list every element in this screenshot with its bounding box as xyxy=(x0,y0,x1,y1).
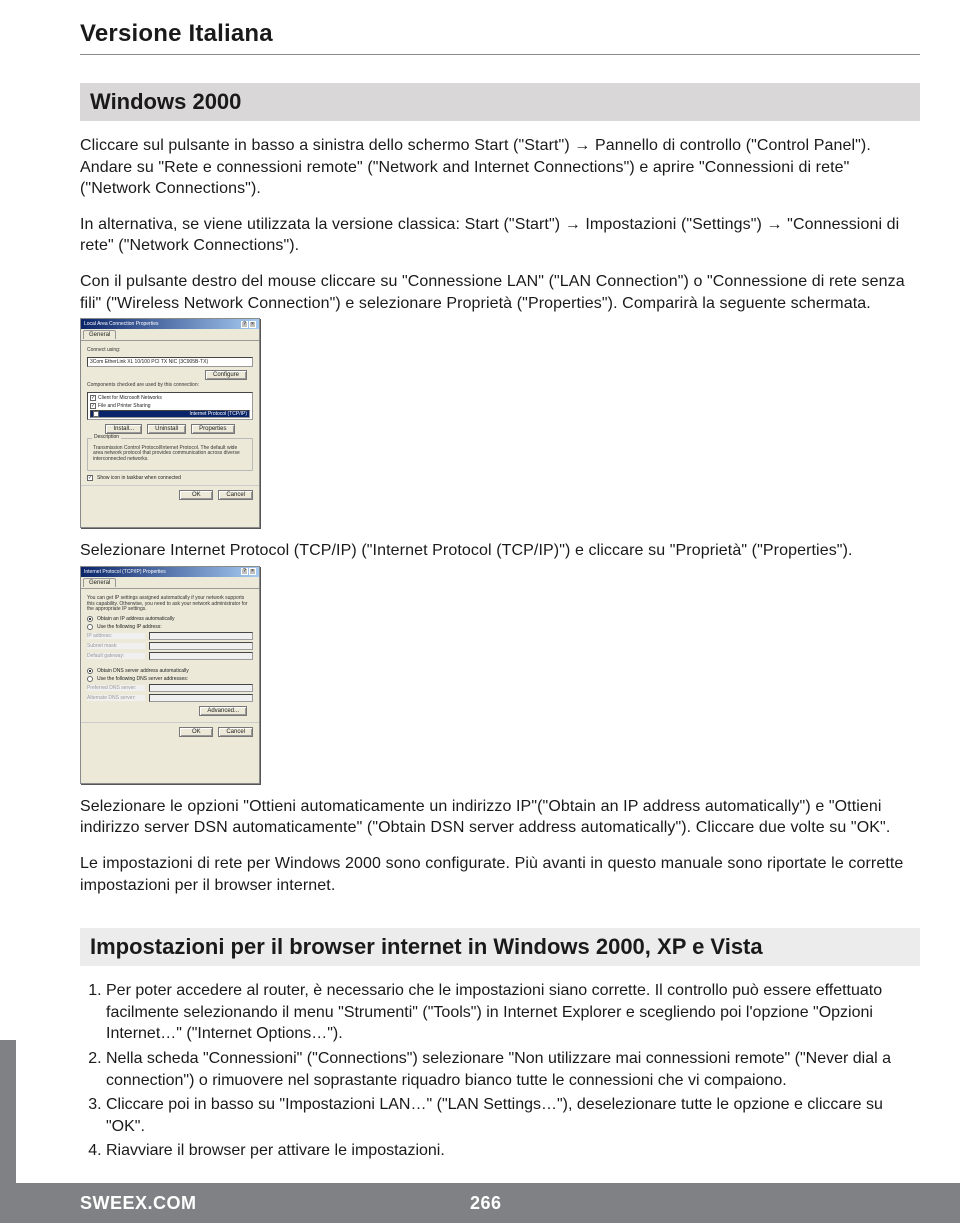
checkbox-icon[interactable]: ✓ xyxy=(93,411,99,417)
radio-icon[interactable] xyxy=(87,616,93,622)
list-item: Riavviare il browser per attivare le imp… xyxy=(106,1140,920,1162)
opt-auto-ip[interactable]: Obtain an IP address automatically xyxy=(87,616,253,622)
dlg1-title: Local Area Connection Properties xyxy=(84,321,159,327)
list-item: ✓File and Printer Sharing xyxy=(90,402,250,410)
pref-dns-input xyxy=(149,684,253,692)
dlg1-tabs: General xyxy=(81,329,259,341)
description-label: Description xyxy=(92,434,121,440)
subnet-input xyxy=(149,642,253,650)
instructions-list: Per poter accedere al router, è necessar… xyxy=(80,980,920,1162)
pref-dns-row: Preferred DNS server: xyxy=(87,684,253,692)
window-controls: ?× xyxy=(241,568,256,575)
dlg2-title: Internet Protocol (TCP/IP) Properties xyxy=(84,569,166,575)
ip-row: IP address: xyxy=(87,632,253,640)
adapter-select[interactable]: 3Com EtherLink XL 10/100 PCI TX NIC (3C9… xyxy=(87,357,253,367)
radio-icon[interactable] xyxy=(87,668,93,674)
header-rule xyxy=(80,54,920,55)
tab-general[interactable]: General xyxy=(83,578,116,587)
screenshot-tcpip-properties: Internet Protocol (TCP/IP) Properties ?×… xyxy=(80,566,260,784)
help-icon[interactable]: ? xyxy=(241,568,248,575)
list-item: Nella scheda "Connessioni" ("Connections… xyxy=(106,1048,920,1091)
checkbox-icon[interactable]: ✓ xyxy=(90,403,96,409)
footer-brand: SWEEX.COM xyxy=(0,1193,197,1214)
checkbox-icon[interactable]: ✓ xyxy=(90,395,96,401)
para-6: Le impostazioni di rete per Windows 2000… xyxy=(80,853,920,896)
gateway-input xyxy=(149,652,253,660)
install-button[interactable]: Install... xyxy=(105,424,142,434)
cancel-button[interactable]: Cancel xyxy=(218,727,253,737)
radio-icon[interactable] xyxy=(87,624,93,630)
gateway-row: Default gateway: xyxy=(87,652,253,660)
close-icon[interactable]: × xyxy=(249,568,256,575)
opt-auto-dns[interactable]: Obtain DNS server address automatically xyxy=(87,668,253,674)
ok-button[interactable]: OK xyxy=(179,490,213,500)
para-5: Selezionare le opzioni "Ottieni automati… xyxy=(80,796,920,839)
help-icon[interactable]: ? xyxy=(241,321,248,328)
configure-button[interactable]: Configure xyxy=(205,370,247,380)
tab-general[interactable]: General xyxy=(83,330,116,339)
page-header: Versione Italiana xyxy=(80,20,920,48)
uninstall-button[interactable]: Uninstall xyxy=(147,424,186,434)
radio-icon[interactable] xyxy=(87,676,93,682)
show-icon-row: ✓ Show icon in taskbar when connected xyxy=(87,475,253,481)
section-windows-2000: Windows 2000 xyxy=(80,83,920,121)
opt-manual-ip[interactable]: Use the following IP address: xyxy=(87,624,253,630)
description-group: Description Transmission Control Protoco… xyxy=(87,438,253,471)
page-number: 266 xyxy=(470,1193,502,1214)
list-item-selected: ✓Internet Protocol (TCP/IP) xyxy=(90,410,250,418)
para-4: Selezionare Internet Protocol (TCP/IP) (… xyxy=(80,540,920,562)
page-footer: SWEEX.COM 266 xyxy=(0,1183,960,1223)
alt-dns-row: Alternate DNS server: xyxy=(87,694,253,702)
list-item: ✓Client for Microsoft Networks xyxy=(90,394,250,402)
components-listbox[interactable]: ✓Client for Microsoft Networks ✓File and… xyxy=(87,392,253,420)
subnet-row: Subnet mask: xyxy=(87,642,253,650)
dlg2-tabs: General xyxy=(81,577,259,589)
close-icon[interactable]: × xyxy=(249,321,256,328)
alt-dns-input xyxy=(149,694,253,702)
side-tab xyxy=(0,1040,16,1183)
para-1: Cliccare sul pulsante in basso a sinistr… xyxy=(80,135,920,200)
window-controls: ?× xyxy=(241,321,256,328)
para-3: Con il pulsante destro del mouse cliccar… xyxy=(80,271,920,314)
components-label: Components checked are used by this conn… xyxy=(87,383,253,389)
screenshot-lan-properties: Local Area Connection Properties ?× Gene… xyxy=(80,318,260,528)
advanced-button[interactable]: Advanced... xyxy=(199,706,247,716)
section-browser-settings: Impostazioni per il browser internet in … xyxy=(80,928,920,966)
adapter-name: 3Com EtherLink XL 10/100 PCI TX NIC (3C9… xyxy=(90,359,208,365)
properties-button[interactable]: Properties xyxy=(191,424,234,434)
dlg1-titlebar: Local Area Connection Properties ?× xyxy=(81,319,259,329)
dlg2-titlebar: Internet Protocol (TCP/IP) Properties ?× xyxy=(81,567,259,577)
show-icon-label: Show icon in taskbar when connected xyxy=(97,475,181,481)
ok-button[interactable]: OK xyxy=(179,727,213,737)
list-item: Cliccare poi in basso su "Impostazioni L… xyxy=(106,1094,920,1137)
description-text: Transmission Control Protocol/Internet P… xyxy=(93,446,247,463)
dlg2-intro: You can get IP settings assigned automat… xyxy=(87,596,253,613)
ip-input xyxy=(149,632,253,640)
connect-using-label: Connect using: xyxy=(87,348,253,354)
checkbox-icon[interactable]: ✓ xyxy=(87,475,93,481)
para-2: In alternativa, se viene utilizzata la v… xyxy=(80,214,920,257)
list-item: Per poter accedere al router, è necessar… xyxy=(106,980,920,1045)
opt-manual-dns[interactable]: Use the following DNS server addresses: xyxy=(87,676,253,682)
cancel-button[interactable]: Cancel xyxy=(218,490,253,500)
